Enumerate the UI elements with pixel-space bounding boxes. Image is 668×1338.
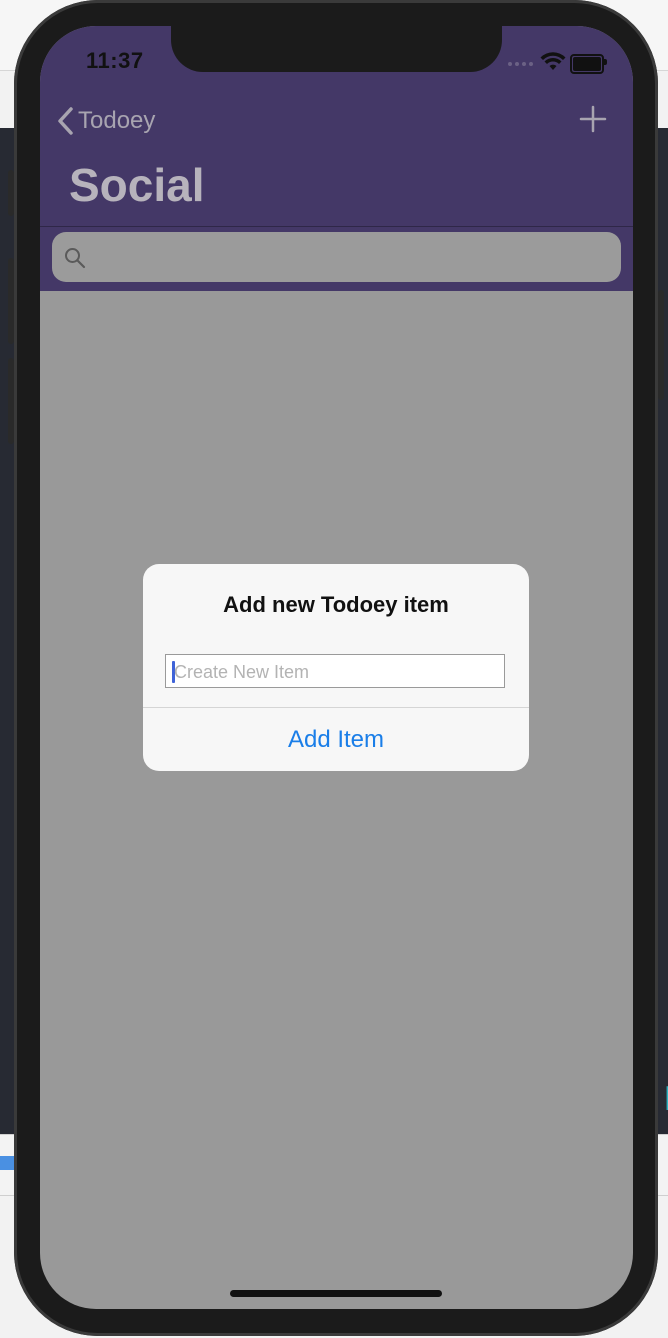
status-time: 11:37 — [86, 48, 144, 73]
alert-title: Add new Todoey item — [223, 592, 449, 617]
battery-icon — [570, 54, 604, 74]
new-item-placeholder: Create New Item — [174, 662, 310, 682]
back-button[interactable]: Todoey — [56, 104, 155, 138]
page-title: Social — [69, 159, 205, 211]
search-input[interactable] — [52, 232, 621, 282]
wifi-icon — [540, 52, 566, 70]
mute-switch — [8, 170, 14, 216]
search-icon — [65, 248, 86, 269]
power-button — [658, 290, 664, 400]
device-screen: 11:37 Todoey Social Add new Todoey item — [40, 26, 633, 1309]
cellular-signal-icon — [508, 62, 533, 66]
new-item-text-field[interactable]: Create New Item — [165, 654, 505, 688]
back-button-label: Todoey — [78, 107, 156, 134]
add-item-button[interactable]: Add Item — [143, 708, 529, 771]
plus-icon[interactable] — [578, 104, 608, 134]
volume-down-button — [8, 358, 14, 444]
notch — [171, 26, 502, 72]
volume-up-button — [8, 258, 14, 344]
add-item-alert: Add new Todoey item Create New Item Add … — [143, 564, 529, 771]
home-indicator[interactable] — [230, 1290, 442, 1297]
chevron-left-icon — [58, 107, 73, 135]
status-icons — [508, 52, 608, 74]
battery-tip — [604, 59, 607, 65]
